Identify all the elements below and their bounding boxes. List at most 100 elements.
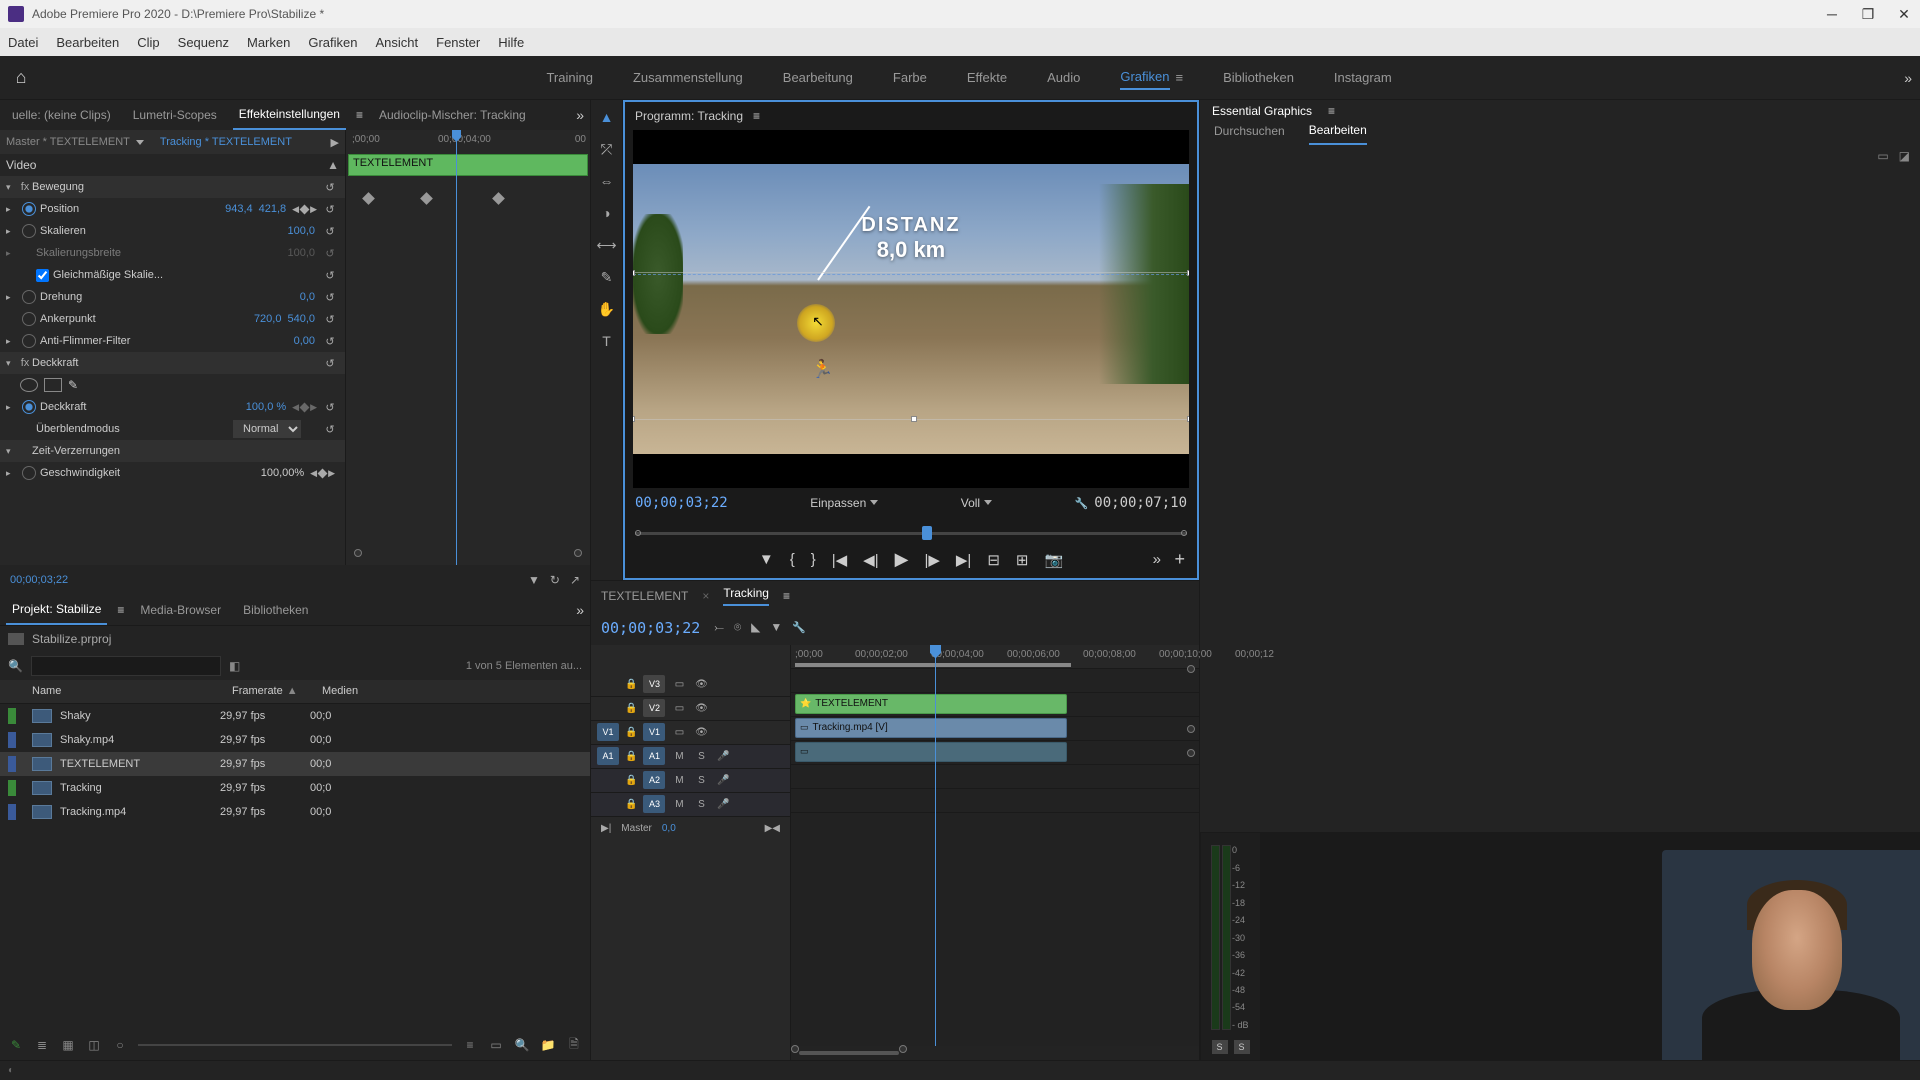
workspace-training[interactable]: Training bbox=[546, 66, 592, 89]
ec-twirl-bewegung[interactable]: ▾ bbox=[6, 182, 18, 193]
next-keyframe-icon[interactable]: ▶ bbox=[310, 204, 317, 215]
prev-keyframe-icon[interactable]: ◀ bbox=[310, 468, 317, 479]
project-row[interactable]: TEXTELEMENT29,97 fps00;0 bbox=[0, 752, 590, 776]
project-row[interactable]: Tracking29,97 fps00;0 bbox=[0, 776, 590, 800]
lock-icon[interactable]: 🔒 bbox=[625, 703, 637, 714]
ec-twirl-skalierungsbreite[interactable]: ▸ bbox=[6, 248, 18, 259]
panel-menu-icon[interactable]: ≡ bbox=[1328, 104, 1335, 118]
next-keyframe-icon[interactable]: ▶ bbox=[310, 402, 317, 413]
reset-icon[interactable]: ↺ bbox=[321, 357, 339, 370]
goto-icon[interactable]: ▶| bbox=[601, 823, 611, 834]
ess-tab-bearbeiten[interactable]: Bearbeiten bbox=[1309, 123, 1367, 145]
reset-icon[interactable]: ↺ bbox=[321, 335, 339, 348]
master-value[interactable]: 0,0 bbox=[662, 823, 676, 834]
ess-tab-durchsuchen[interactable]: Durchsuchen bbox=[1214, 124, 1285, 144]
lock-icon[interactable]: 🔒 bbox=[625, 799, 637, 810]
project-row[interactable]: Shaky.mp429,97 fps00;0 bbox=[0, 728, 590, 752]
fx-icon[interactable]: fx bbox=[18, 181, 32, 193]
project-header-medien[interactable]: Medien bbox=[322, 685, 582, 697]
workspace-effekte[interactable]: Effekte bbox=[967, 66, 1007, 89]
search-icon[interactable]: 🔍 bbox=[8, 659, 23, 673]
reset-icon[interactable]: ↺ bbox=[321, 203, 339, 216]
project-header-framerate[interactable]: Framerate▲ bbox=[232, 685, 322, 697]
ec-geschw-val[interactable]: 100,00% bbox=[261, 467, 304, 479]
timeline-ruler[interactable]: ;00;00 00;00;02;00 00;00;04;00 00;00;06;… bbox=[791, 645, 1199, 669]
ec-twirl-drehung[interactable]: ▸ bbox=[6, 292, 18, 303]
tab-quelle[interactable]: uelle: (keine Clips) bbox=[6, 100, 117, 130]
ec-deckkraft-val[interactable]: 100,0 % bbox=[246, 401, 286, 413]
menu-marken[interactable]: Marken bbox=[247, 35, 290, 50]
workspace-zusammenstellung[interactable]: Zusammenstellung bbox=[633, 66, 743, 89]
tab-lumetri[interactable]: Lumetri-Scopes bbox=[127, 100, 223, 130]
add-button-icon[interactable]: + bbox=[1174, 549, 1185, 570]
stopwatch-icon[interactable] bbox=[22, 466, 36, 480]
selection-handle[interactable] bbox=[1187, 416, 1189, 422]
home-icon[interactable]: ⌂ bbox=[8, 65, 34, 91]
go-to-out-icon[interactable]: ▶| bbox=[956, 551, 971, 569]
export-icon[interactable]: ↗ bbox=[570, 573, 580, 587]
lock-icon[interactable]: 🔒 bbox=[625, 775, 637, 786]
src-patch-a1[interactable]: A1 bbox=[597, 747, 619, 765]
solo-icon[interactable]: S bbox=[693, 773, 709, 787]
prev-keyframe-icon[interactable]: ◀ bbox=[292, 204, 299, 215]
ec-ankerpunkt-y[interactable]: 540,0 bbox=[287, 313, 315, 325]
solo-right-button[interactable]: S bbox=[1234, 1040, 1250, 1054]
loop-icon[interactable]: ↻ bbox=[550, 573, 560, 587]
ec-antiflimmer-val[interactable]: 0,00 bbox=[294, 335, 315, 347]
track-v2[interactable]: V2 bbox=[643, 699, 665, 717]
new-bin-icon[interactable]: 📁 bbox=[540, 1037, 556, 1053]
ec-twirl-zeit[interactable]: ▾ bbox=[6, 446, 18, 457]
workspace-farbe[interactable]: Farbe bbox=[893, 66, 927, 89]
selection-handle[interactable] bbox=[1187, 270, 1189, 276]
menu-sequenz[interactable]: Sequenz bbox=[178, 35, 229, 50]
lock-icon[interactable]: 🔒 bbox=[625, 679, 637, 690]
tab-projekt[interactable]: Projekt: Stabilize bbox=[6, 595, 107, 625]
track-output-icon[interactable]: ▭ bbox=[671, 701, 687, 715]
snap-icon[interactable]: ⤚ bbox=[714, 620, 724, 635]
stopwatch-icon[interactable] bbox=[22, 202, 36, 216]
close-button[interactable]: ✕ bbox=[1896, 6, 1912, 22]
panel-menu-icon[interactable]: ≡ bbox=[356, 108, 363, 122]
mask-ellipse-icon[interactable] bbox=[20, 378, 38, 392]
track-visibility-icon[interactable]: 👁 bbox=[693, 725, 709, 739]
bin-icon[interactable] bbox=[8, 633, 24, 645]
ec-twirl-deckkraft-grp[interactable]: ▾ bbox=[6, 358, 18, 369]
tl-scroll-handle[interactable] bbox=[1187, 725, 1195, 733]
add-keyframe-icon[interactable] bbox=[300, 402, 310, 412]
scrub-in-handle[interactable] bbox=[635, 530, 641, 536]
menu-ansicht[interactable]: Ansicht bbox=[375, 35, 418, 50]
export-frame-icon[interactable]: 📷 bbox=[1044, 551, 1063, 569]
ec-deckkraft-grp-label[interactable]: Deckkraft bbox=[32, 357, 321, 369]
ec-skalieren-val[interactable]: 100,0 bbox=[287, 225, 315, 237]
timeline-ruler-area[interactable]: ;00;00 00;00;02;00 00;00;04;00 00;00;06;… bbox=[791, 645, 1199, 1061]
panel-menu-icon[interactable]: ≡ bbox=[753, 109, 760, 123]
step-back-icon[interactable]: ◀| bbox=[863, 551, 878, 569]
workspace-instagram[interactable]: Instagram bbox=[1334, 66, 1392, 89]
ec-twirl-antiflimmer[interactable]: ▸ bbox=[6, 336, 18, 347]
program-fit-select[interactable]: Einpassen bbox=[810, 496, 878, 510]
ec-clip-bar[interactable]: TEXTELEMENT bbox=[348, 154, 588, 176]
marker-icon[interactable]: ◣ bbox=[751, 620, 760, 635]
selection-handle[interactable] bbox=[633, 270, 635, 276]
wrench-icon[interactable] bbox=[1075, 496, 1089, 510]
ec-bewegung-label[interactable]: Bewegung bbox=[32, 181, 321, 193]
selection-tool-icon[interactable]: ▲ bbox=[596, 106, 618, 128]
program-scrubber[interactable] bbox=[635, 518, 1187, 542]
track-output-icon[interactable]: ▭ bbox=[671, 725, 687, 739]
lock-icon[interactable]: 🔒 bbox=[625, 751, 637, 762]
fx-icon[interactable]: fx bbox=[18, 357, 32, 369]
ec-time-ruler[interactable]: ;00;00 00;00;04;00 00 bbox=[346, 130, 590, 154]
ec-twirl-position[interactable]: ▸ bbox=[6, 204, 18, 215]
workspace-grafiken[interactable]: Grafiken bbox=[1120, 65, 1169, 90]
ec-blend-select[interactable]: Normal bbox=[233, 420, 301, 438]
timeline-tab-textelement[interactable]: TEXTELEMENT bbox=[601, 589, 688, 603]
zoom-handle-left[interactable] bbox=[791, 1045, 799, 1053]
solo-icon[interactable]: S bbox=[693, 797, 709, 811]
hand-tool-icon[interactable]: ✋ bbox=[596, 298, 618, 320]
mute-icon[interactable]: M bbox=[671, 797, 687, 811]
tab-effekteinstellungen[interactable]: Effekteinstellungen bbox=[233, 100, 346, 130]
transport-overflow-icon[interactable]: » bbox=[1153, 551, 1161, 568]
timeline-clip-tracking[interactable]: ▭Tracking.mp4 [V] bbox=[795, 718, 1067, 738]
menu-datei[interactable]: Datei bbox=[8, 35, 38, 50]
tab-essential-graphics[interactable]: Essential Graphics bbox=[1206, 100, 1318, 123]
